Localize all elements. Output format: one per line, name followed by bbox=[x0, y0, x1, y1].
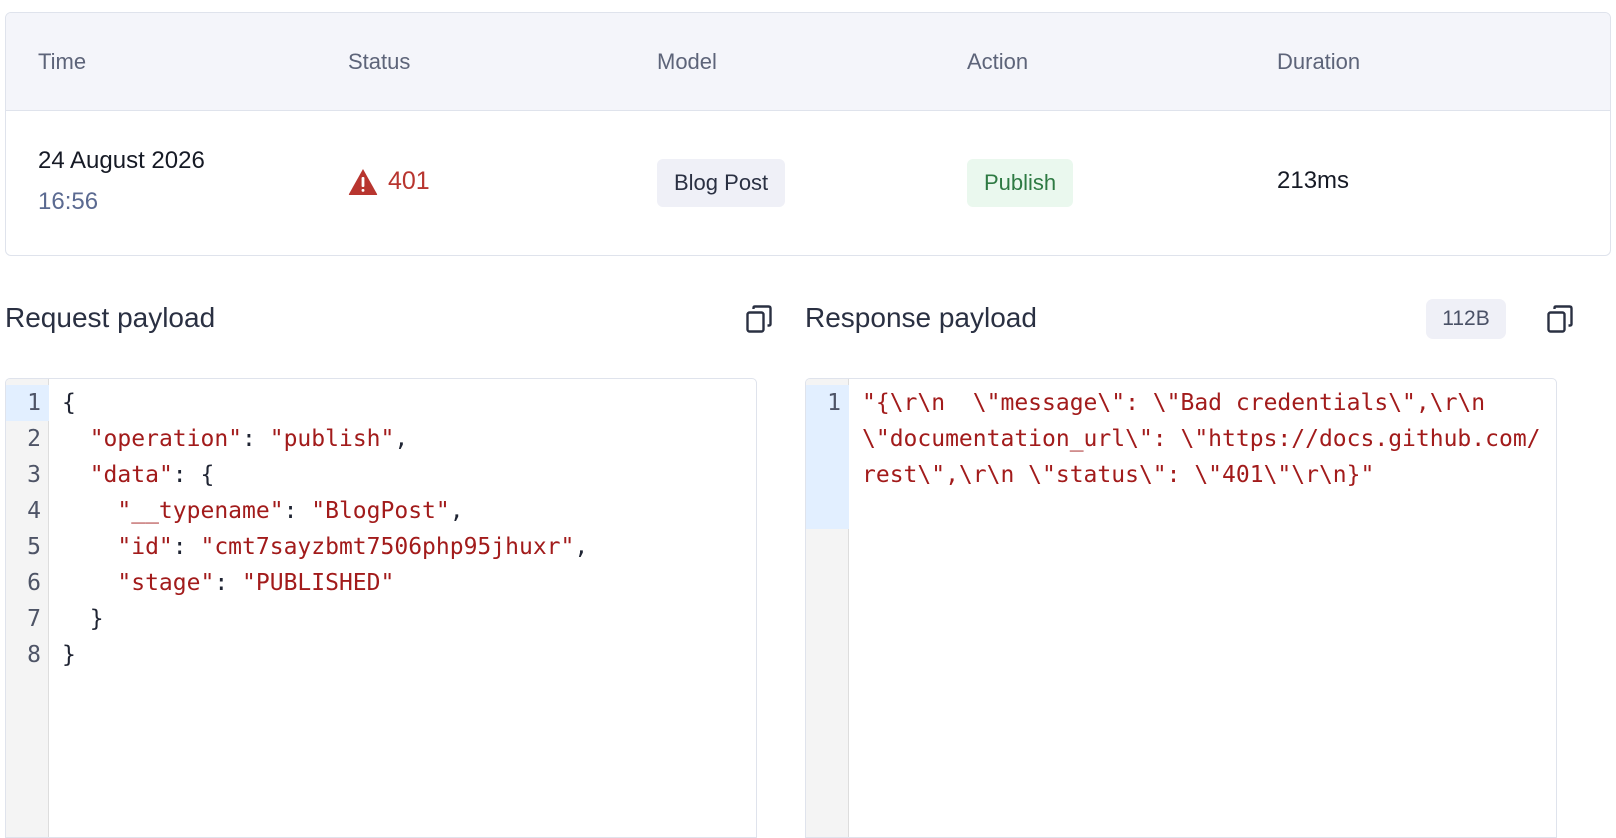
json-punctuation: { bbox=[62, 390, 76, 416]
json-punctuation: : bbox=[172, 534, 201, 560]
code-line: "data": { bbox=[62, 457, 744, 493]
response-code[interactable]: "{\r\n \"message\": \"Bad credentials\",… bbox=[862, 385, 1546, 493]
status-indicator: 401 bbox=[348, 167, 430, 196]
json-punctuation bbox=[62, 462, 90, 488]
json-punctuation bbox=[62, 534, 117, 560]
json-key: "stage" bbox=[117, 570, 215, 596]
json-value: "BlogPost" bbox=[311, 498, 450, 524]
line-number-gutter: 1 2 3 4 5 6 7 8 bbox=[6, 379, 49, 837]
json-punctuation: : bbox=[242, 426, 270, 452]
line-number: 7 bbox=[27, 606, 41, 632]
request-code[interactable]: { "operation": "publish", "data": { "__t… bbox=[62, 385, 744, 673]
table-row[interactable]: 24 August 2026 16:56 401 Blog Post Publi… bbox=[6, 111, 1610, 255]
table-header: Time Status Model Action Duration bbox=[6, 13, 1610, 111]
warning-triangle-icon bbox=[348, 168, 378, 195]
header-time: Time bbox=[38, 49, 87, 74]
line-number: 4 bbox=[27, 498, 41, 524]
json-value: "PUBLISHED" bbox=[242, 570, 395, 596]
copy-request-button[interactable] bbox=[744, 303, 774, 335]
line-number: 5 bbox=[27, 534, 41, 560]
json-punctuation: , bbox=[394, 426, 409, 452]
line-number: 1 bbox=[6, 385, 49, 421]
log-date: 24 August 2026 bbox=[38, 147, 205, 174]
line-number-gutter: 1 bbox=[806, 379, 849, 837]
header-status: Status bbox=[348, 49, 411, 74]
request-payload-editor[interactable]: 1 2 3 4 5 6 7 8 { "operation": "publish", "data… bbox=[5, 378, 757, 838]
request-log-table: Time Status Model Action Duration 24 Aug… bbox=[5, 12, 1611, 256]
json-punctuation bbox=[62, 570, 117, 596]
json-key: "id" bbox=[117, 534, 173, 560]
model-tag[interactable]: Blog Post bbox=[657, 159, 786, 207]
response-size-badge: 112B bbox=[1426, 299, 1506, 339]
json-punctuation: : { bbox=[172, 462, 215, 488]
json-punctuation: : bbox=[214, 570, 243, 596]
copy-icon bbox=[1547, 305, 1573, 333]
code-line: { bbox=[62, 385, 744, 421]
code-line: } bbox=[62, 637, 744, 673]
json-punctuation: } bbox=[62, 642, 76, 668]
line-number: 8 bbox=[27, 642, 41, 668]
copy-response-button[interactable] bbox=[1545, 303, 1575, 335]
json-key: "operation" bbox=[89, 426, 243, 452]
code-line: "operation": "publish", bbox=[62, 421, 744, 457]
copy-icon bbox=[746, 305, 772, 333]
json-punctuation bbox=[62, 498, 117, 524]
json-punctuation: , bbox=[449, 498, 464, 524]
response-payload-editor[interactable]: 1 "{\r\n \"message\": \"Bad credentials\… bbox=[805, 378, 1557, 838]
json-punctuation: : bbox=[283, 498, 312, 524]
status-code: 401 bbox=[388, 167, 430, 195]
code-line: "__typename": "BlogPost", bbox=[62, 493, 744, 529]
header-duration: Duration bbox=[1277, 49, 1361, 74]
log-time: 16:56 bbox=[38, 188, 99, 215]
duration-value: 213ms bbox=[1277, 167, 1350, 194]
json-value: "publish" bbox=[269, 426, 395, 452]
json-punctuation: } bbox=[62, 606, 104, 632]
action-tag: Publish bbox=[967, 159, 1074, 207]
json-punctuation: , bbox=[574, 534, 589, 560]
code-line: "id": "cmt7sayzbmt7506php95jhuxr", bbox=[62, 529, 744, 565]
code-line: "stage": "PUBLISHED" bbox=[62, 565, 744, 601]
json-punctuation bbox=[62, 426, 90, 452]
json-key: "data" bbox=[89, 462, 173, 488]
response-payload-title: Response payload bbox=[805, 302, 1037, 333]
request-payload-title: Request payload bbox=[5, 302, 216, 333]
line-number: 1 bbox=[806, 385, 849, 529]
line-number: 2 bbox=[27, 426, 41, 452]
code-line: } bbox=[62, 601, 744, 637]
header-action: Action bbox=[967, 49, 1029, 74]
line-number: 6 bbox=[27, 570, 41, 596]
json-key: "__typename" bbox=[117, 498, 284, 524]
line-number: 3 bbox=[27, 462, 41, 488]
header-model: Model bbox=[657, 49, 717, 74]
json-value: "cmt7sayzbmt7506php95jhuxr" bbox=[200, 534, 575, 560]
